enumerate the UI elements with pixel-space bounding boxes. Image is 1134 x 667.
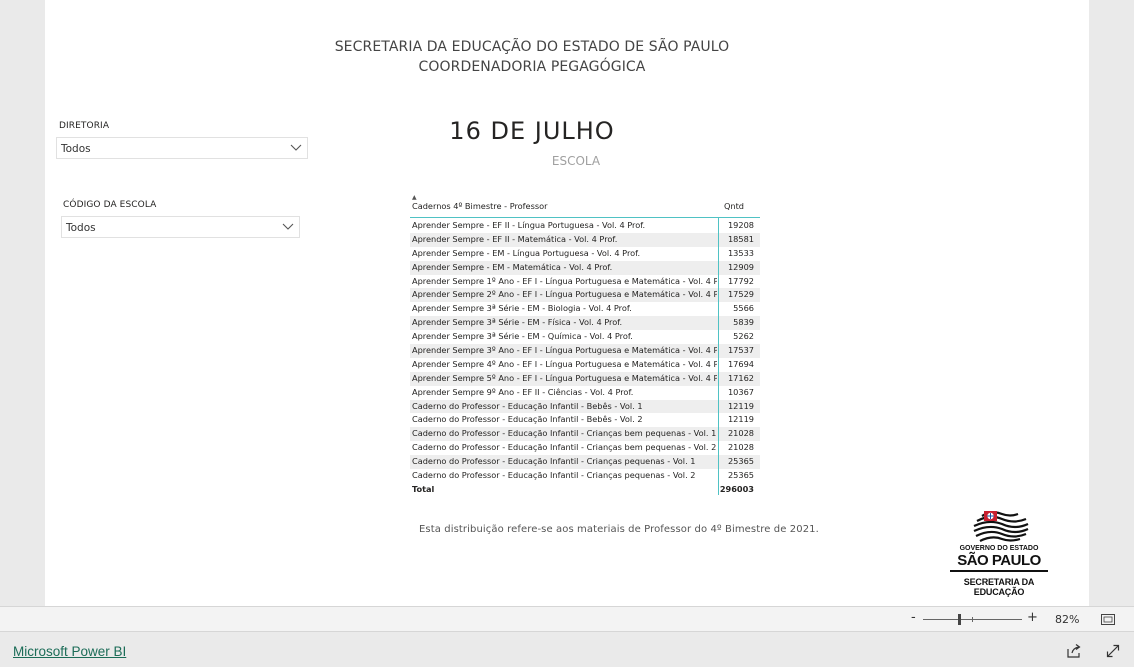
governo-sp-logo: GOVERNO DO ESTADO SÃO PAULO SECRETARIA D… <box>944 508 1054 597</box>
sort-up-icon[interactable]: ▲ <box>412 194 417 201</box>
row-qntd-value: 17537 <box>727 345 754 356</box>
table-row[interactable]: Aprender Sempre - EF II - Língua Portugu… <box>410 219 760 233</box>
header-line-2: COORDENADORIA PEGAGÓGICA <box>418 59 646 75</box>
table-body: Aprender Sempre - EF II - Língua Portugu… <box>410 218 760 497</box>
total-value: 296003 <box>719 483 754 494</box>
powerbi-brand-link[interactable]: Microsoft Power BI <box>13 644 126 659</box>
row-qntd-value: 21028 <box>727 442 754 453</box>
row-qntd-value: 10367 <box>727 386 754 397</box>
row-qntd-value: 25365 <box>727 470 754 481</box>
row-qntd-value: 17162 <box>727 372 754 383</box>
row-qntd-value: 25365 <box>727 456 754 467</box>
row-caderno-name: Aprender Sempre - EM - Língua Portuguesa… <box>412 247 641 258</box>
table-row[interactable]: Aprender Sempre 3ª Série - EM - Química … <box>410 330 760 344</box>
footnote: Esta distribuição refere-se aos materiai… <box>419 524 819 535</box>
row-qntd-value: 12119 <box>727 400 754 411</box>
row-qntd-value: 13533 <box>727 247 754 258</box>
table-row[interactable]: Caderno do Professor - Educação Infantil… <box>410 455 760 470</box>
row-qntd-value: 17792 <box>727 275 754 286</box>
row-caderno-name: Aprender Sempre 3ª Série - EM - Física -… <box>412 317 623 328</box>
table-row[interactable]: Aprender Sempre - EM - Língua Portuguesa… <box>410 247 760 261</box>
table-row[interactable]: Aprender Sempre 5º Ano - EF I - Língua P… <box>410 371 760 386</box>
row-caderno-name: Aprender Sempre 3º Ano - EF I - Língua P… <box>412 345 717 356</box>
codigo-escola-label: CÓDIGO DA ESCOLA <box>63 200 157 210</box>
header-line-1: SECRETARIA DA EDUCAÇÃO DO ESTADO DE SÃO … <box>334 39 730 55</box>
chevron-down-icon <box>282 223 294 230</box>
table-row[interactable]: Aprender Sempre 3ª Série - EM - Física -… <box>410 316 760 331</box>
diretoria-dropdown[interactable]: Todos <box>56 137 308 159</box>
cadernos-table: ▲ Cadernos 4º Bimestre - Professor Qntd … <box>410 194 760 497</box>
table-row[interactable]: Aprender Sempre 1º Ano - EF I - Língua P… <box>410 275 760 289</box>
row-caderno-name: Aprender Sempre - EF II - Matemática - V… <box>412 233 618 244</box>
diretoria-value: Todos <box>61 143 91 155</box>
table-row[interactable]: Aprender Sempre 3º Ano - EF I - Língua P… <box>410 344 760 358</box>
row-caderno-name: Aprender Sempre 3ª Série - EM - Química … <box>412 331 633 342</box>
row-caderno-name: Caderno do Professor - Educação Infantil… <box>412 442 717 453</box>
chevron-down-icon <box>290 144 302 151</box>
column-header-cadernos[interactable]: Cadernos 4º Bimestre - Professor <box>412 201 548 211</box>
expand-icon[interactable] <box>1106 644 1120 658</box>
row-qntd-value: 18581 <box>727 233 754 244</box>
row-qntd-value: 12119 <box>727 414 754 425</box>
row-qntd-value: 5262 <box>733 331 754 342</box>
column-header-qntd[interactable]: Qntd <box>724 201 744 211</box>
zoom-slider-thumb[interactable] <box>958 614 961 625</box>
row-qntd-value: 12909 <box>727 261 754 272</box>
zoom-percent: 82% <box>1055 613 1080 626</box>
row-qntd-value: 5839 <box>733 317 754 328</box>
row-caderno-name: Caderno do Professor - Educação Infantil… <box>412 414 643 425</box>
row-caderno-name: Aprender Sempre 3ª Série - EM - Biologia… <box>412 303 632 314</box>
zoom-slider-tick <box>972 617 973 622</box>
table-total-row: Total 296003 <box>410 482 760 497</box>
zoom-out-button[interactable]: - <box>911 610 916 625</box>
row-qntd-value: 17529 <box>727 289 754 300</box>
table-row[interactable]: Caderno do Professor - Educação Infantil… <box>410 413 760 427</box>
logo-sao-paulo-text: SÃO PAULO <box>957 552 1041 569</box>
row-caderno-name: Caderno do Professor - Educação Infantil… <box>412 400 643 411</box>
logo-governo-text: GOVERNO DO ESTADO <box>959 545 1039 552</box>
row-caderno-name: Aprender Sempre 5º Ano - EF I - Língua P… <box>412 372 717 383</box>
total-label: Total <box>412 483 435 494</box>
column-divider <box>718 218 719 495</box>
powerbi-footer: Microsoft Power BI <box>0 631 1134 667</box>
row-caderno-name: Caderno do Professor - Educação Infantil… <box>412 470 696 481</box>
codigo-escola-dropdown[interactable]: Todos <box>61 216 300 238</box>
table-row[interactable]: Aprender Sempre 4º Ano - EF I - Língua P… <box>410 358 760 372</box>
row-qntd-value: 19208 <box>727 220 754 230</box>
table-row[interactable]: Caderno do Professor - Educação Infantil… <box>410 427 760 442</box>
row-caderno-name: Aprender Sempre - EM - Matemática - Vol.… <box>412 261 613 272</box>
row-caderno-name: Caderno do Professor - Educação Infantil… <box>412 428 717 439</box>
row-caderno-name: Aprender Sempre 1º Ano - EF I - Língua P… <box>412 275 717 286</box>
logo-rule <box>950 570 1048 572</box>
row-caderno-name: Aprender Sempre 2º Ano - EF I - Língua P… <box>412 289 717 300</box>
row-qntd-value: 5566 <box>733 303 754 314</box>
table-row[interactable]: Caderno do Professor - Educação Infantil… <box>410 399 760 414</box>
codigo-escola-value: Todos <box>66 222 96 234</box>
row-caderno-name: Caderno do Professor - Educação Infantil… <box>412 456 696 467</box>
table-row[interactable]: Caderno do Professor - Educação Infantil… <box>410 441 760 455</box>
fit-page-icon[interactable] <box>1101 614 1115 625</box>
row-caderno-name: Aprender Sempre 4º Ano - EF I - Língua P… <box>412 358 717 369</box>
table-row[interactable]: Aprender Sempre - EM - Matemática - Vol.… <box>410 260 760 275</box>
table-row[interactable]: Aprender Sempre 9º Ano - EF II - Ciência… <box>410 386 760 400</box>
table-row[interactable]: Aprender Sempre 2º Ano - EF I - Língua P… <box>410 288 760 303</box>
table-row[interactable]: Aprender Sempre - EF II - Matemática - V… <box>410 232 760 247</box>
logo-secretaria-text: SECRETARIA DA EDUCAÇÃO <box>963 577 1035 597</box>
table-row[interactable]: Caderno do Professor - Educação Infantil… <box>410 469 760 483</box>
sp-flag-emblem-icon <box>973 511 1029 542</box>
row-caderno-name: Aprender Sempre - EF II - Língua Portugu… <box>412 220 646 230</box>
zoom-bar: - + 82% <box>0 606 1134 631</box>
table-row[interactable]: Aprender Sempre 3ª Série - EM - Biologia… <box>410 302 760 316</box>
row-qntd-value: 17694 <box>727 358 754 369</box>
share-icon[interactable] <box>1066 643 1082 659</box>
zoom-in-button[interactable]: + <box>1027 610 1038 625</box>
diretoria-label: DIRETORIA <box>59 121 110 131</box>
row-qntd-value: 21028 <box>727 428 754 439</box>
table-header: ▲ Cadernos 4º Bimestre - Professor Qntd <box>410 194 760 218</box>
row-caderno-name: Aprender Sempre 9º Ano - EF II - Ciência… <box>412 386 634 397</box>
